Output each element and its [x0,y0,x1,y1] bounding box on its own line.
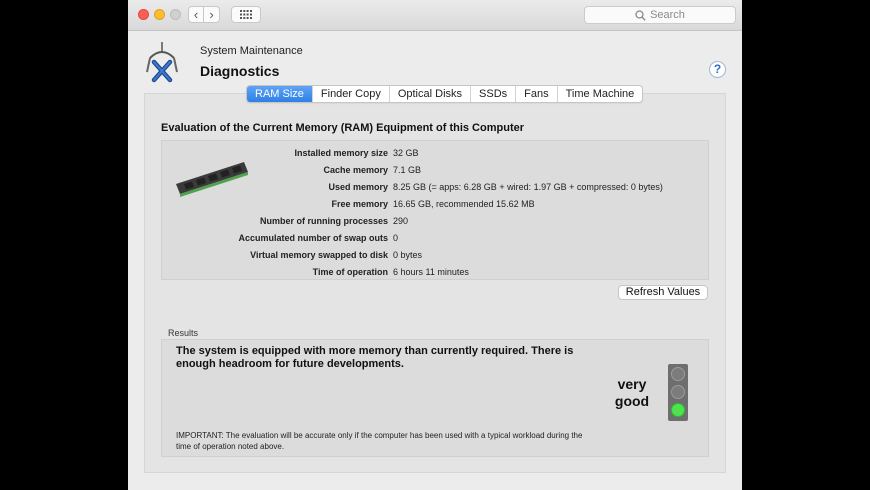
info-value: 290 [393,216,409,226]
info-label: Used memory [328,182,388,192]
info-value: 8.25 GB (= apps: 6.28 GB + wired: 1.97 G… [393,182,663,192]
info-value: 6 hours 11 minutes [393,267,469,277]
ram-module-icon [176,162,248,197]
info-label: Free memory [331,199,388,209]
result-message: The system is equipped with more memory … [176,345,574,370]
results-label: Results [168,328,199,338]
info-label: Installed memory size [294,148,388,158]
info-value: 32 GB [393,148,419,158]
back-button[interactable]: ‹ [188,6,204,23]
maintenance-tool-icon [146,42,178,83]
help-button[interactable]: ? [709,61,726,78]
rating-text: very good [608,376,656,410]
app-window: ‹ › Search System Maintenance Diagnostic… [128,0,742,490]
forward-button[interactable]: › [204,6,220,23]
traffic-lamp-green [671,403,685,417]
info-label: Cache memory [323,165,388,175]
page-supertitle: System Maintenance [200,45,303,57]
minimize-window-button[interactable] [154,9,165,20]
search-icon [635,9,646,21]
tab-ssds[interactable]: SSDs [471,86,517,102]
tab-optical-disks[interactable]: Optical Disks [390,86,472,102]
question-mark-icon: ? [713,62,722,76]
tab-ram-size[interactable]: RAM Size [247,86,313,102]
info-label: Virtual memory swapped to disk [250,250,388,260]
info-label: Accumulated number of swap outs [238,233,388,243]
chevron-left-icon: ‹ [193,7,199,22]
chevron-right-icon: › [209,7,214,22]
rating-line: good [614,393,650,409]
info-value: 7.1 GB [393,165,422,175]
traffic-lamp-yellow [671,385,685,399]
page-title: Diagnostics [200,63,280,79]
tab-fans[interactable]: Fans [516,86,558,102]
show-all-button[interactable] [231,6,261,23]
tab-time-machine[interactable]: Time Machine [558,86,643,102]
refresh-values-button[interactable]: Refresh Values [618,285,708,300]
search-placeholder: Search [650,9,685,21]
info-value: 0 [393,233,399,243]
info-label: Time of operation [312,267,388,277]
search-field[interactable]: Search [584,6,736,24]
title-bar: ‹ › Search [128,0,742,31]
tab-bar: RAM Size Finder Copy Optical Disks SSDs … [246,85,644,103]
evaluation-title: Evaluation of the Current Memory (RAM) E… [161,122,525,134]
traffic-light-indicator [668,364,688,421]
zoom-window-button[interactable] [170,9,181,20]
close-window-button[interactable] [138,9,149,20]
tab-finder-copy[interactable]: Finder Copy [313,86,390,102]
info-value: 16.65 GB, recommended 15.62 MB [393,199,535,209]
important-note: IMPORTANT: The evaluation will be accura… [176,431,583,451]
traffic-lamp-red [671,367,685,381]
info-label: Number of running processes [259,216,388,226]
info-value: 0 bytes [393,250,423,260]
grid-icon [240,10,252,19]
rating-line: very [617,376,647,392]
